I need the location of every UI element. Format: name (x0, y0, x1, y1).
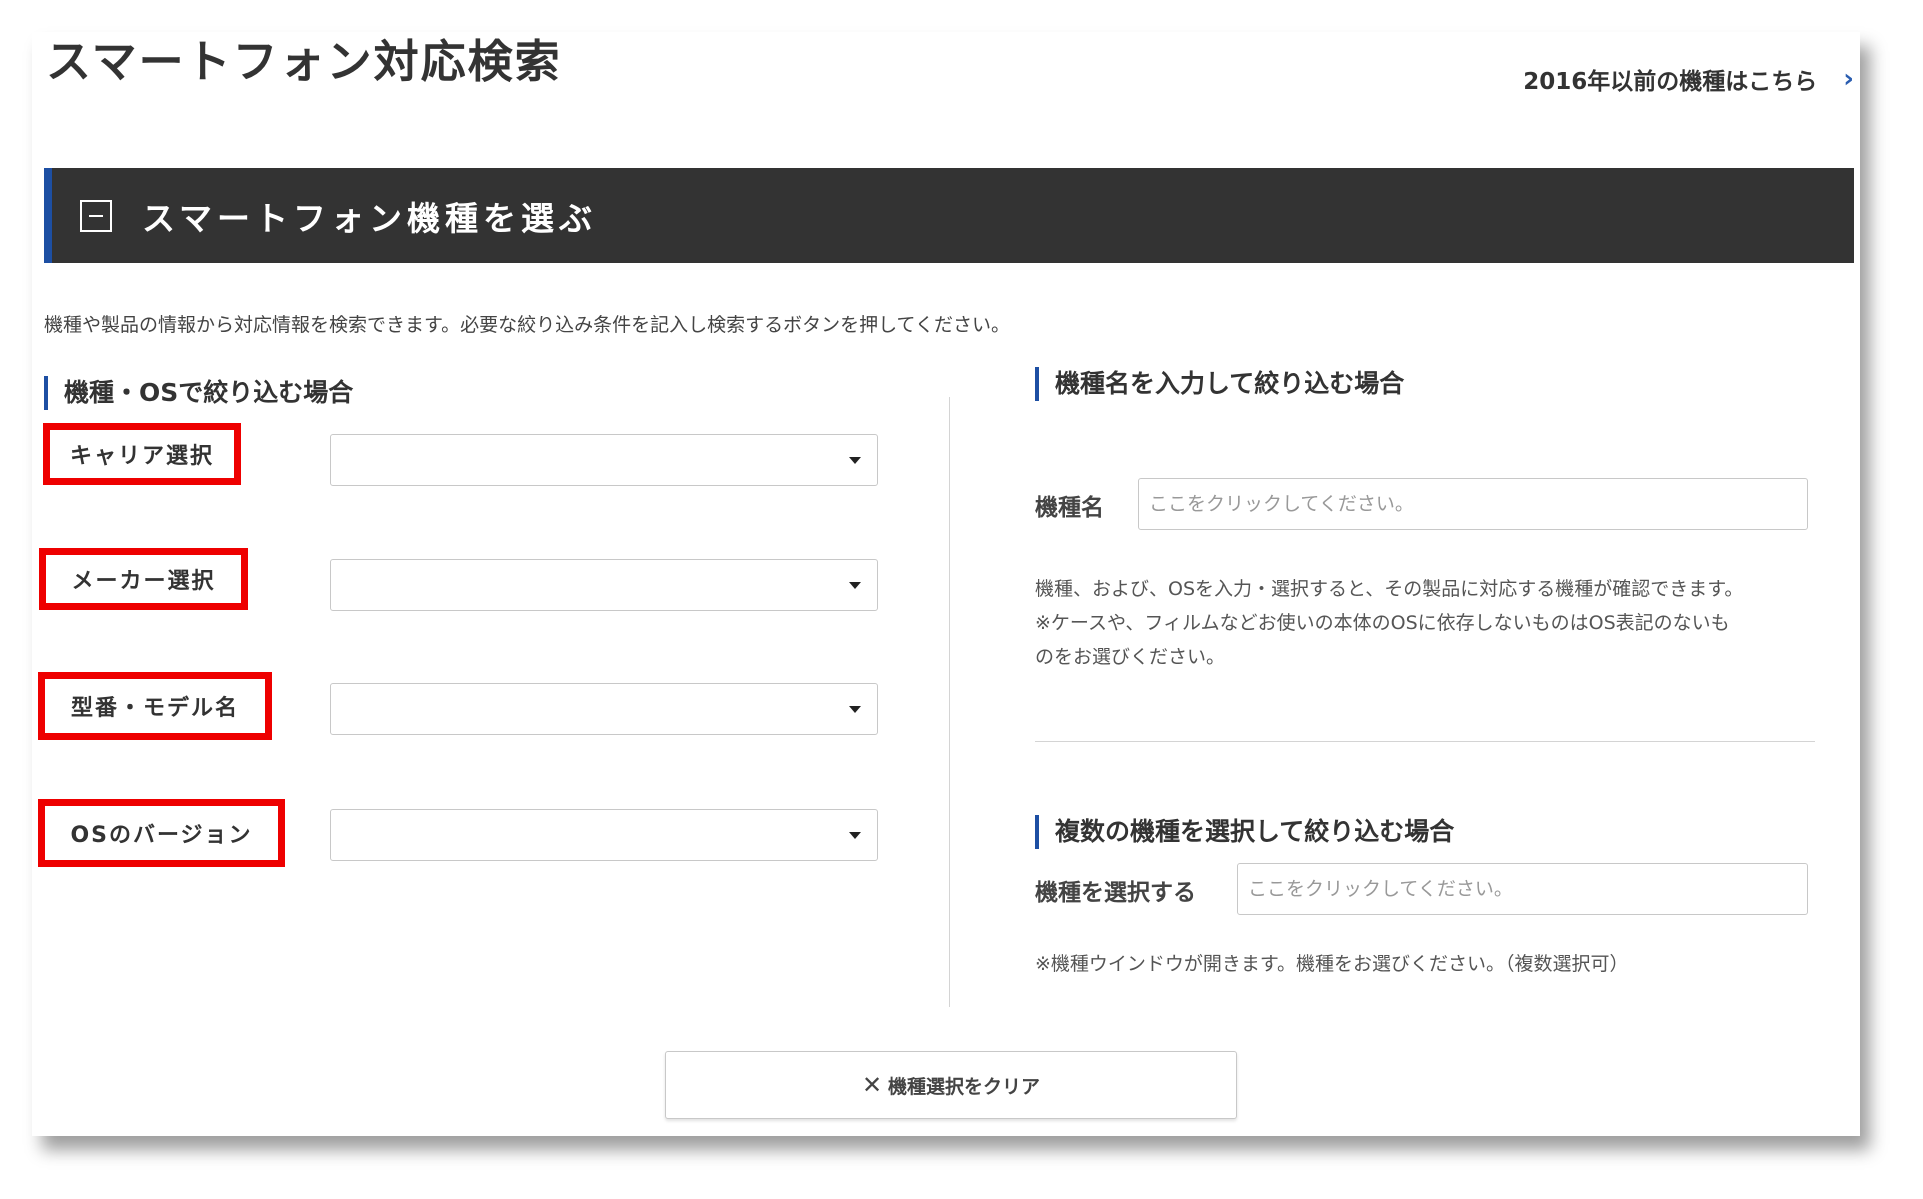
close-icon: ✕ (861, 1071, 883, 1099)
model-name-label: 機種名 (1035, 495, 1104, 521)
dropdown-caret-icon (849, 832, 861, 839)
os-version-label: OSのバージョン (38, 799, 285, 867)
model-label: 型番・モデル名 (38, 672, 272, 740)
carrier-select[interactable] (330, 434, 878, 486)
maker-label: メーカー選択 (39, 548, 248, 610)
multi-select-input[interactable] (1237, 863, 1808, 915)
model-select[interactable] (330, 683, 878, 735)
chevron-right-icon: › (1843, 64, 1854, 94)
name-search-heading: 機種名を入力して絞り込む場合 (1035, 367, 1404, 401)
name-search-note: 機種、および、OSを入力・選択すると、その製品に対応する機種が確認できます。 ※… (1035, 578, 1744, 668)
minus-square-icon[interactable] (80, 199, 112, 232)
carrier-label: キャリア選択 (43, 423, 241, 485)
model-name-input[interactable] (1138, 478, 1808, 530)
column-divider (949, 397, 950, 1007)
section-title: スマートフォン機種を選ぶ (142, 198, 598, 238)
dropdown-caret-icon (849, 457, 861, 464)
os-version-select[interactable] (330, 809, 878, 861)
section-divider (1035, 741, 1815, 742)
intro-text: 機種や製品の情報から対応情報を検索できます。必要な絞り込み条件を記入し検索するボ… (44, 314, 1010, 336)
older-models-link-label: 2016年以前の機種はこちら (1523, 69, 1818, 95)
section-header-bar[interactable]: スマートフォン機種を選ぶ (44, 168, 1854, 263)
left-panel-heading: 機種・OSで絞り込む場合 (44, 376, 353, 410)
multi-select-heading: 複数の機種を選択して絞り込む場合 (1035, 815, 1454, 849)
dropdown-caret-icon (849, 706, 861, 713)
multi-select-label: 機種を選択する (1035, 880, 1196, 906)
page-title: スマートフォン対応検索 (46, 35, 562, 88)
search-panel: スマートフォン対応検索 2016年以前の機種はこちら › スマートフォン機種を選… (32, 32, 1860, 1136)
maker-select[interactable] (330, 559, 878, 611)
multi-select-note: ※機種ウインドウが開きます。機種をお選びください。（複数選択可） (1035, 953, 1629, 975)
dropdown-caret-icon (849, 582, 861, 589)
older-models-link[interactable]: 2016年以前の機種はこちら › (1523, 62, 1854, 96)
clear-selection-label: 機種選択をクリア (888, 1075, 1041, 1098)
clear-selection-button[interactable]: ✕ 機種選択をクリア (665, 1051, 1237, 1119)
